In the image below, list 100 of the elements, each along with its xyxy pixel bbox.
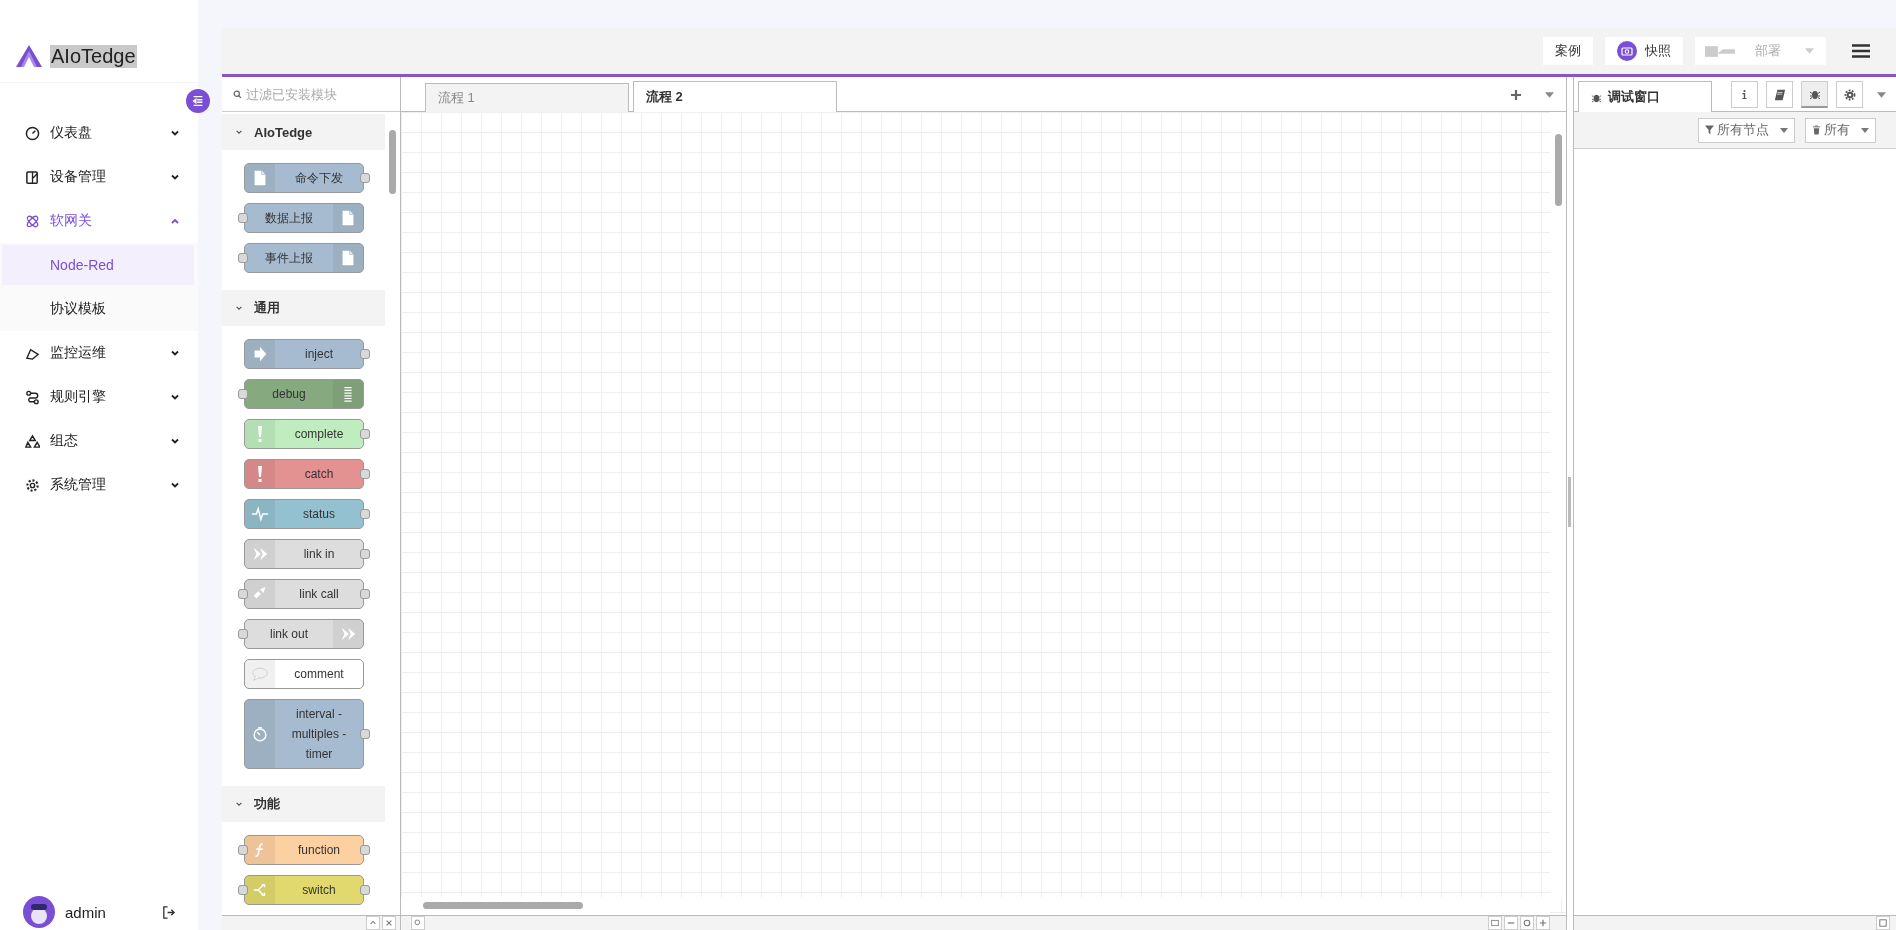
zoom-out-button[interactable] (1504, 916, 1518, 930)
palette-node[interactable]: complete (244, 419, 364, 449)
output-port[interactable] (360, 549, 370, 559)
speech-bubble-icon (251, 665, 269, 683)
link-arrow-icon (251, 545, 269, 563)
collapse-menu-button[interactable] (186, 89, 210, 113)
menu-item[interactable]: 设备管理 (0, 155, 198, 199)
brand-name: AIoTedge (50, 44, 137, 68)
palette-node[interactable]: switch (244, 875, 364, 905)
output-port[interactable] (360, 173, 370, 183)
settings-icon (1843, 88, 1856, 101)
palette-node[interactable]: 事件上报 (244, 243, 364, 273)
caret-icon[interactable] (1545, 92, 1554, 98)
menu-item[interactable]: 组态 (0, 419, 198, 463)
info-icon (1741, 89, 1748, 100)
collapse-all-button[interactable] (366, 916, 380, 930)
output-port[interactable] (360, 469, 370, 479)
output-port[interactable] (360, 845, 370, 855)
map-icon (1491, 919, 1499, 927)
menu-item[interactable]: 监控运维 (0, 331, 198, 375)
chevron-icon (170, 128, 180, 138)
filter-dropdown[interactable]: 所有 (1805, 117, 1876, 143)
palette-node[interactable]: inject (244, 339, 364, 369)
chevron-icon (170, 392, 180, 402)
panel-tab[interactable]: 调试窗口 (1578, 81, 1712, 112)
output-port[interactable] (360, 589, 370, 599)
examples-button[interactable]: 案例 (1543, 37, 1593, 65)
camera-icon (1617, 41, 1637, 61)
palette-node[interactable]: 命令下发 (244, 163, 364, 193)
pulse-icon (251, 505, 269, 523)
output-port[interactable] (360, 729, 370, 739)
palette-node[interactable]: interval - multiples - timer (244, 699, 364, 769)
resize-handle[interactable] (1568, 477, 1571, 527)
submenu-item[interactable]: Node-Red (2, 245, 194, 285)
chevron-icon (235, 800, 243, 808)
flow-tab[interactable]: 流程 2 (633, 81, 837, 112)
plus-icon (1539, 919, 1547, 927)
category-name: 通用 (254, 299, 280, 317)
logout-icon[interactable] (161, 904, 176, 920)
logo-icon (16, 45, 42, 67)
search-button[interactable] (411, 916, 425, 930)
exclamation-icon (258, 426, 262, 442)
output-port[interactable] (360, 885, 370, 895)
trash-icon (1812, 125, 1821, 135)
circle-icon (1523, 919, 1531, 927)
close-icon (385, 919, 393, 927)
filter-icon (1705, 125, 1714, 135)
palette-node[interactable]: link out (244, 619, 364, 649)
plus-icon[interactable] (1511, 90, 1521, 100)
expand-button[interactable] (1876, 916, 1890, 930)
menu-item[interactable]: 系统管理 (0, 463, 198, 507)
caret-icon[interactable] (1877, 92, 1886, 98)
palette-category-header[interactable]: AIoTedge (222, 114, 385, 150)
palette-node[interactable]: catch (244, 459, 364, 489)
caret-icon (1780, 127, 1788, 133)
palette-category-header[interactable]: 功能 (222, 786, 385, 822)
collapse-icon (191, 94, 205, 108)
recycle-icon (25, 433, 40, 449)
deploy-icon (1705, 44, 1735, 58)
palette-category-header[interactable]: 通用 (222, 290, 385, 326)
filter-dropdown[interactable]: 所有节点 (1698, 117, 1795, 143)
close-button[interactable] (382, 916, 396, 930)
book-icon (1773, 88, 1786, 101)
navigator-button[interactable] (1488, 916, 1502, 930)
square-icon (1879, 919, 1887, 927)
output-port[interactable] (360, 349, 370, 359)
chevron-icon (235, 128, 243, 136)
zoom-reset-button[interactable] (1520, 916, 1534, 930)
palette-node[interactable]: link in (244, 539, 364, 569)
timer-icon (251, 725, 269, 743)
output-port[interactable] (360, 509, 370, 519)
palette-node[interactable]: 数据上报 (244, 203, 364, 233)
palette-node[interactable]: status (244, 499, 364, 529)
help-button[interactable] (1766, 81, 1793, 108)
palette-node[interactable]: function (244, 835, 364, 865)
bug-icon (1808, 88, 1821, 100)
caret-icon (1805, 48, 1814, 54)
settings-icon (25, 477, 40, 493)
submenu-item[interactable]: 协议模板 (2, 289, 194, 329)
menu-item[interactable]: 规则引擎 (0, 375, 198, 419)
category-name: 功能 (254, 795, 280, 813)
output-port[interactable] (360, 429, 370, 439)
search-icon (414, 919, 422, 927)
flow-icon (25, 389, 40, 405)
menu-item[interactable]: 软网关 (0, 199, 198, 243)
chevron-icon (170, 216, 180, 226)
snapshot-button[interactable]: 快照 (1605, 37, 1683, 65)
search-icon (233, 89, 242, 99)
chevron-icon (170, 348, 180, 358)
palette-node[interactable]: comment (244, 659, 364, 689)
palette-node[interactable]: debug (244, 379, 364, 409)
settings-button[interactable] (1836, 81, 1863, 108)
chevron-icon (170, 436, 180, 446)
info-button[interactable] (1731, 81, 1758, 108)
menu-item[interactable]: 仪表盘 (0, 111, 198, 155)
zoom-in-button[interactable] (1536, 916, 1550, 930)
menu-icon[interactable] (1852, 44, 1870, 58)
palette-node[interactable]: link call (244, 579, 364, 609)
category-name: AIoTedge (254, 124, 313, 140)
debug-button[interactable] (1801, 81, 1828, 108)
